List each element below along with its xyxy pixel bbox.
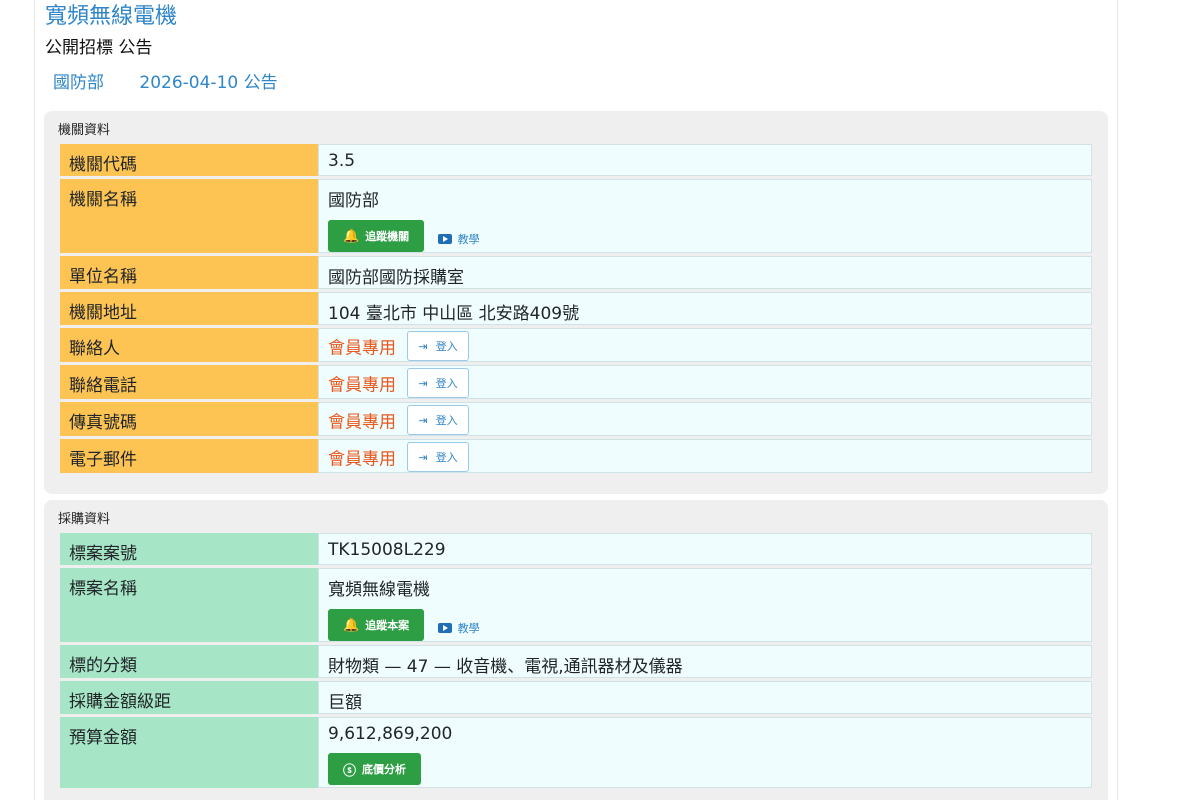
table-row: 傳真號碼 會員專用 ⇥ 登入 <box>60 402 1092 436</box>
tender-name: 寬頻無線電機 <box>328 580 430 600</box>
agency-section-heading: 機關資料 <box>58 123 111 138</box>
agency-section: 機關資料 機關代碼 3.5 機關名稱 國防部 🔔 追蹤機關 教學 單位名稱 國防… <box>44 111 1108 494</box>
row-value: 會員專用 ⇥ 登入 <box>318 439 1092 473</box>
page: 寬頻無線電機 公開招標 公告 國防部 2026-04-10 公告 機關資料 機關… <box>0 0 1200 800</box>
table-row: 聯絡人 會員專用 ⇥ 登入 <box>60 328 1092 362</box>
tutorial-label: 教學 <box>457 622 480 635</box>
sign-in-icon: ⇥ <box>418 413 428 427</box>
row-value: 3.5 <box>318 144 1092 176</box>
row-label: 機關代碼 <box>60 144 318 176</box>
row-value: 寬頻無線電機 🔔 追蹤本案 教學 <box>318 568 1092 642</box>
members-only-text: 會員專用 <box>328 449 396 470</box>
table-row: 採購金額級距 巨額 <box>60 681 1092 714</box>
table-row: 聯絡電話 會員專用 ⇥ 登入 <box>60 365 1092 399</box>
agency-table: 機關代碼 3.5 機關名稱 國防部 🔔 追蹤機關 教學 單位名稱 國防部國防採購… <box>60 141 1092 476</box>
row-label: 電子郵件 <box>60 439 318 473</box>
members-only-text: 會員專用 <box>328 375 396 396</box>
page-title: 寬頻無線電機 <box>45 4 178 29</box>
sign-in-icon: ⇥ <box>418 376 428 390</box>
row-label: 機關地址 <box>60 292 318 325</box>
row-value: 國防部 🔔 追蹤機關 教學 <box>318 179 1092 253</box>
table-row: 機關名稱 國防部 🔔 追蹤機關 教學 <box>60 179 1092 253</box>
row-label: 採購金額級距 <box>60 681 318 714</box>
follow-tender-label: 追蹤本案 <box>365 619 410 632</box>
agency-link[interactable]: 國防部 <box>53 73 104 93</box>
dollar-circle-icon: ⓢ <box>343 763 357 779</box>
table-row: 機關代碼 3.5 <box>60 144 1092 176</box>
row-value: 會員專用 ⇥ 登入 <box>318 328 1092 362</box>
login-button[interactable]: ⇥ 登入 <box>407 368 469 398</box>
procurement-section-heading: 採購資料 <box>58 512 111 527</box>
row-value: 巨額 <box>318 681 1092 714</box>
table-row: 預算金額 9,612,869,200 ⓢ 底價分析 <box>60 717 1092 788</box>
procurement-table: 標案案號 TK15008L229 標案名稱 寬頻無線電機 🔔 追蹤本案 教學 標… <box>60 530 1092 791</box>
row-label: 傳真號碼 <box>60 402 318 436</box>
row-label: 預算金額 <box>60 717 318 788</box>
row-label: 單位名稱 <box>60 256 318 289</box>
bell-plus-icon: 🔔 <box>343 228 360 244</box>
login-label: 登入 <box>435 340 458 353</box>
budget-amount: 9,612,869,200 <box>328 724 453 744</box>
row-value: 國防部國防採購室 <box>318 256 1092 289</box>
row-label: 聯絡電話 <box>60 365 318 399</box>
follow-tender-button[interactable]: 🔔 追蹤本案 <box>328 609 425 641</box>
main-content: 寬頻無線電機 公開招標 公告 國防部 2026-04-10 公告 機關資料 機關… <box>34 0 1118 800</box>
row-value: 104 臺北市 中山區 北安路409號 <box>318 292 1092 325</box>
page-subtitle: 公開招標 公告 <box>45 38 153 58</box>
procurement-section: 採購資料 標案案號 TK15008L229 標案名稱 寬頻無線電機 🔔 追蹤本案 <box>44 500 1108 800</box>
agency-name: 國防部 <box>328 191 379 211</box>
login-label: 登入 <box>435 414 458 427</box>
sign-in-icon: ⇥ <box>418 339 428 353</box>
row-label: 機關名稱 <box>60 179 318 253</box>
row-value: 會員專用 ⇥ 登入 <box>318 402 1092 436</box>
members-only-text: 會員專用 <box>328 338 396 359</box>
row-value: TK15008L229 <box>318 533 1092 565</box>
sign-in-icon: ⇥ <box>418 450 428 464</box>
table-row: 標案案號 TK15008L229 <box>60 533 1092 565</box>
price-analysis-label: 底價分析 <box>362 763 407 776</box>
login-button[interactable]: ⇥ 登入 <box>407 442 469 472</box>
table-row: 電子郵件 會員專用 ⇥ 登入 <box>60 439 1092 473</box>
members-only-text: 會員專用 <box>328 412 396 433</box>
bell-plus-icon: 🔔 <box>343 617 360 633</box>
login-button[interactable]: ⇥ 登入 <box>407 331 469 361</box>
table-row: 單位名稱 國防部國防採購室 <box>60 256 1092 289</box>
tutorial-label: 教學 <box>457 233 480 246</box>
follow-agency-label: 追蹤機關 <box>365 230 410 243</box>
row-label: 標案案號 <box>60 533 318 565</box>
login-label: 登入 <box>435 377 458 390</box>
row-label: 聯絡人 <box>60 328 318 362</box>
tutorial-link[interactable]: 教學 <box>437 620 480 636</box>
row-value: 財物類 — 47 — 收音機、電視,通訊器材及儀器 <box>318 645 1092 678</box>
youtube-icon <box>437 234 452 244</box>
login-label: 登入 <box>435 451 458 464</box>
row-value: 會員專用 ⇥ 登入 <box>318 365 1092 399</box>
tender-meta: 國防部 2026-04-10 公告 <box>53 70 308 96</box>
youtube-icon <box>437 623 452 633</box>
follow-agency-button[interactable]: 🔔 追蹤機關 <box>328 220 425 252</box>
price-analysis-button[interactable]: ⓢ 底價分析 <box>328 753 422 785</box>
table-row: 標的分類 財物類 — 47 — 收音機、電視,通訊器材及儀器 <box>60 645 1092 678</box>
row-value: 9,612,869,200 ⓢ 底價分析 <box>318 717 1092 788</box>
login-button[interactable]: ⇥ 登入 <box>407 405 469 435</box>
table-row: 機關地址 104 臺北市 中山區 北安路409號 <box>60 292 1092 325</box>
row-label: 標的分類 <box>60 645 318 678</box>
row-label: 標案名稱 <box>60 568 318 642</box>
table-row: 標案名稱 寬頻無線電機 🔔 追蹤本案 教學 <box>60 568 1092 642</box>
tutorial-link[interactable]: 教學 <box>437 231 480 247</box>
announce-date: 2026-04-10 公告 <box>139 73 278 93</box>
